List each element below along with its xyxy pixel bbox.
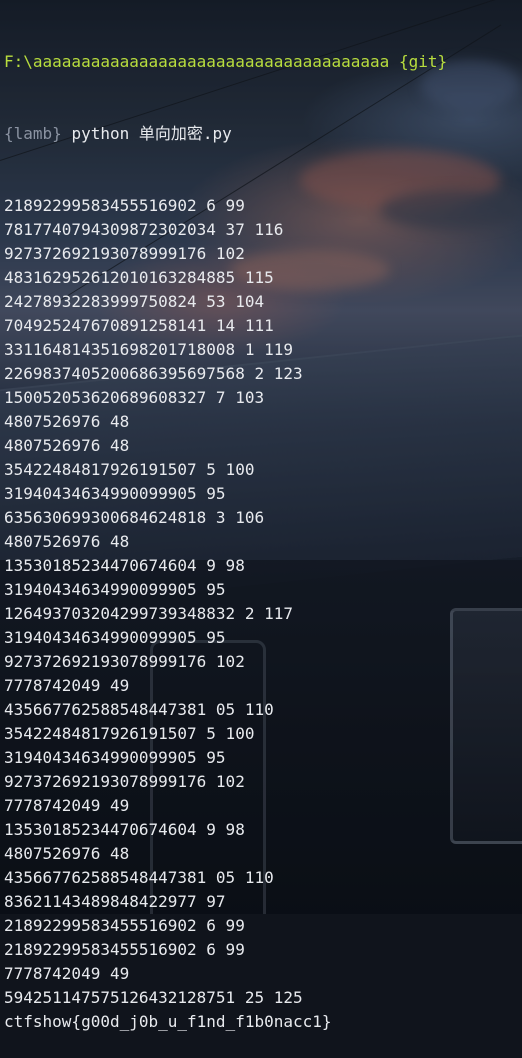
output-line: 4807526976 48 bbox=[4, 412, 130, 431]
output-line: 24278932283999750824 53 104 bbox=[4, 292, 265, 311]
output-line: 35422484817926191507 5 100 bbox=[4, 460, 255, 479]
prompt-path: F:\aaaaaaaaaaaaaaaaaaaaaaaaaaaaaaaaaaaaa bbox=[4, 52, 390, 71]
output-line: 150052053620689608327 7 103 bbox=[4, 388, 265, 407]
output-line: 4807526976 48 bbox=[4, 844, 130, 863]
output-line: 13530185234470674604 9 98 bbox=[4, 820, 245, 839]
output-block: 21892299583455516902 6 99 781774079430987… bbox=[4, 194, 522, 1034]
output-line: 31940434634990099905 95 bbox=[4, 748, 226, 767]
output-line: 7778742049 49 bbox=[4, 964, 130, 983]
command-text: python 单向加密.py bbox=[71, 124, 232, 143]
output-line: 704925247670891258141 14 111 bbox=[4, 316, 274, 335]
output-line: 4807526976 48 bbox=[4, 436, 130, 455]
output-line: 21892299583455516902 6 99 bbox=[4, 916, 245, 935]
command-line: {lamb} python 单向加密.py bbox=[4, 122, 522, 146]
output-line: 21892299583455516902 6 99 bbox=[4, 940, 245, 959]
output-line: ctfshow{g00d_j0b_u_f1nd_f1b0nacc1} bbox=[4, 1012, 332, 1031]
output-line: 7778742049 49 bbox=[4, 676, 130, 695]
output-line: 7778742049 49 bbox=[4, 796, 130, 815]
output-line: 435667762588548447381 05 110 bbox=[4, 700, 274, 719]
output-line: 83621143489848422977 97 bbox=[4, 892, 226, 911]
output-line: 435667762588548447381 05 110 bbox=[4, 868, 274, 887]
output-line: 483162952612010163284885 115 bbox=[4, 268, 274, 287]
output-line: 35422484817926191507 5 100 bbox=[4, 724, 255, 743]
output-line: 31940434634990099905 95 bbox=[4, 484, 226, 503]
output-line: 927372692193078999176 102 bbox=[4, 652, 245, 671]
output-line: 4807526976 48 bbox=[4, 532, 130, 551]
terminal-output[interactable]: F:\aaaaaaaaaaaaaaaaaaaaaaaaaaaaaaaaaaaaa… bbox=[4, 2, 522, 1058]
output-line: 927372692193078999176 102 bbox=[4, 772, 245, 791]
prompt-line: F:\aaaaaaaaaaaaaaaaaaaaaaaaaaaaaaaaaaaaa… bbox=[4, 50, 522, 74]
output-line: 13530185234470674604 9 98 bbox=[4, 556, 245, 575]
output-line: 594251147575126432128751 25 125 bbox=[4, 988, 303, 1007]
output-line: 2269837405200686395697568 2 123 bbox=[4, 364, 303, 383]
output-line: 126493703204299739348832 2 117 bbox=[4, 604, 293, 623]
env-name: {lamb} bbox=[4, 124, 62, 143]
output-line: 635630699300684624818 3 106 bbox=[4, 508, 265, 527]
output-line: 31940434634990099905 95 bbox=[4, 628, 226, 647]
output-line: 7817740794309872302034 37 116 bbox=[4, 220, 284, 239]
output-line: 331164814351698201718008 1 119 bbox=[4, 340, 293, 359]
output-line: 21892299583455516902 6 99 bbox=[4, 196, 245, 215]
git-branch: {git} bbox=[398, 52, 448, 71]
output-line: 927372692193078999176 102 bbox=[4, 244, 245, 263]
output-line: 31940434634990099905 95 bbox=[4, 580, 226, 599]
